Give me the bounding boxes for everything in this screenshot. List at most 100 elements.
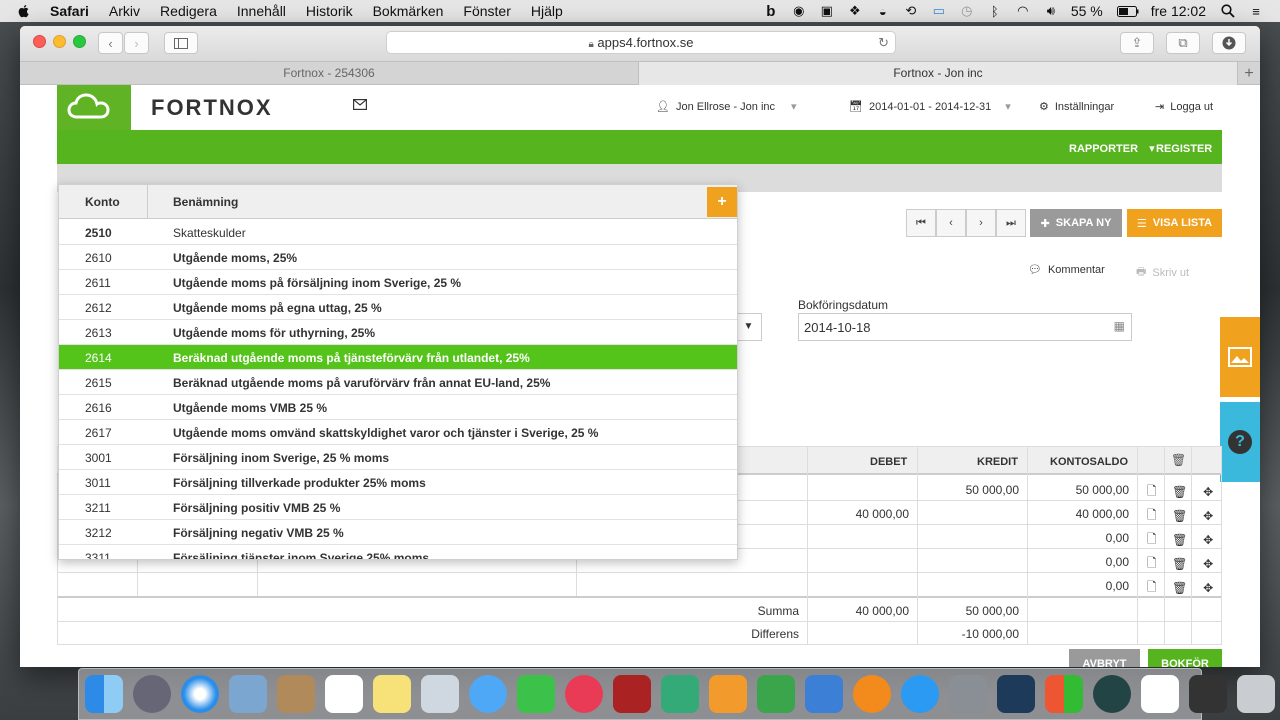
menu-arkiv[interactable]: Arkiv — [109, 3, 140, 19]
dropdown-option[interactable]: 2610 Utgående moms, 25% — [59, 245, 737, 270]
select-chevron-icon[interactable]: ▼ — [736, 313, 762, 341]
document-icon[interactable]: 🗋 — [1147, 530, 1157, 551]
create-new-button[interactable]: ✚ SKAPA NY — [1030, 209, 1122, 237]
logout-link[interactable]: ⇥ Logga ut — [1155, 100, 1213, 114]
forward-button[interactable]: › — [124, 32, 149, 54]
mail-icon[interactable] — [353, 99, 368, 113]
cancel-button[interactable]: AVBRYT — [1069, 649, 1140, 667]
minimize-window-button[interactable] — [53, 35, 66, 48]
record-icon[interactable]: ◉ — [791, 3, 807, 18]
downloads-button[interactable] — [1212, 32, 1246, 54]
close-window-button[interactable] — [33, 35, 46, 48]
dropdown-option[interactable]: 2616 Utgående moms VMB 25 % — [59, 395, 737, 420]
contacts-icon[interactable] — [277, 675, 315, 713]
dropdown-option[interactable]: 2611 Utgående moms på försäljning inom Sv… — [59, 270, 737, 295]
move-icon[interactable]: ✥ — [1203, 533, 1213, 547]
dropdown-option[interactable]: 2613 Utgående moms för uthyrning, 25% — [59, 320, 737, 345]
help-tab[interactable]: ? — [1220, 402, 1260, 482]
mail-app-icon[interactable] — [229, 675, 267, 713]
sync-icon[interactable]: ⟲ — [903, 3, 919, 18]
pages-icon[interactable] — [709, 675, 747, 713]
wifi-icon[interactable]: ◠ — [1015, 3, 1031, 18]
launchpad-icon[interactable] — [133, 675, 171, 713]
trash-icon[interactable]: 🗑︎ — [1172, 509, 1187, 523]
iphoto-icon[interactable] — [661, 675, 699, 713]
dropdown-option[interactable]: 3211 Försäljning positiv VMB 25 % — [59, 495, 737, 520]
bold-b-icon[interactable]: b — [763, 3, 779, 20]
keynote-icon[interactable] — [805, 675, 843, 713]
parallels-icon[interactable] — [1045, 675, 1083, 713]
system-preferences-icon[interactable] — [949, 675, 987, 713]
dropdown-option[interactable]: 2615 Beräknad utgående moms på varuförvär… — [59, 370, 737, 395]
menu-bokmarken[interactable]: Bokmärken — [373, 3, 444, 19]
dropdown-option[interactable]: 3311 Försäljning tjänster inom Sverige 25… — [59, 545, 737, 559]
finder-icon[interactable] — [85, 675, 123, 713]
comment-link[interactable]: 💬︎ Kommentar — [1028, 263, 1105, 277]
spotlight-search-icon[interactable] — [1220, 4, 1236, 18]
move-icon[interactable]: ✥ — [1203, 485, 1213, 499]
row-2-debit[interactable]: 40 000,00 — [809, 507, 909, 521]
dropdown-option[interactable]: 2617 Utgående moms omvänd skattskyldighet… — [59, 420, 737, 445]
quicktime-icon[interactable] — [1093, 675, 1131, 713]
row-1-credit[interactable]: 50 000,00 — [919, 483, 1019, 497]
prev-page-button[interactable]: ‹ — [936, 209, 966, 237]
dropdown-option[interactable]: 3001 Försäljning inom Sverige, 25 % moms — [59, 445, 737, 470]
zoom-window-button[interactable] — [73, 35, 86, 48]
preview-icon[interactable] — [421, 675, 459, 713]
add-account-button[interactable]: + — [707, 187, 737, 217]
menu-fonster[interactable]: Fönster — [463, 3, 510, 19]
battery-percent[interactable]: 55 % — [1071, 3, 1103, 19]
menu-historik[interactable]: Historik — [306, 3, 353, 19]
sidebar-toggle-button[interactable] — [164, 32, 198, 54]
ical-icon[interactable] — [1141, 675, 1179, 713]
move-icon[interactable]: ✥ — [1203, 581, 1213, 595]
volume-icon[interactable]: 🔊︎ — [1043, 3, 1059, 18]
kindle-icon[interactable] — [997, 675, 1035, 713]
dropdown-option[interactable]: 2614 Beräknad utgående moms på tjänsteför… — [59, 345, 737, 370]
first-page-button[interactable]: ⏮︎ — [906, 209, 936, 237]
share-button[interactable]: ⇪ — [1120, 32, 1154, 54]
trash-icon[interactable]: 🗑︎ — [1172, 485, 1187, 499]
dropdown-option[interactable]: 2612 Utgående moms på egna uttag, 25 % — [59, 295, 737, 320]
document-icon[interactable]: 🗋 — [1147, 554, 1157, 575]
menu-innehall[interactable]: Innehåll — [237, 3, 286, 19]
trash-header-icon[interactable]: 🗑︎ — [1171, 453, 1186, 467]
user-menu[interactable]: 👤︎ Jon Ellrose - Jon inc ▾ — [656, 100, 797, 114]
dropdown-option[interactable]: 3011 Försäljning tillverkade produkter 25… — [59, 470, 737, 495]
ibooks-icon[interactable] — [853, 675, 891, 713]
itunes-icon[interactable] — [565, 675, 603, 713]
next-page-button[interactable]: › — [966, 209, 996, 237]
apple-icon[interactable] — [16, 3, 32, 19]
new-tab-button[interactable]: + — [1237, 62, 1260, 85]
numbers-icon[interactable] — [757, 675, 795, 713]
app-store-icon[interactable] — [901, 675, 939, 713]
fortnox-cloud-logo[interactable] — [57, 85, 131, 130]
tabs-overview-button[interactable]: ⧉ — [1166, 32, 1200, 54]
calendar-icon[interactable]: ▦ — [1114, 319, 1125, 333]
image-tab[interactable] — [1220, 317, 1260, 397]
tab-fortnox-jon-inc[interactable]: Fortnox - Jon inc — [639, 62, 1237, 85]
facetime-icon[interactable] — [517, 675, 555, 713]
document-icon[interactable]: 🗋 — [1147, 578, 1157, 599]
nav-registers[interactable]: REGISTER ▾ — [1156, 142, 1229, 155]
safari-icon[interactable] — [181, 675, 219, 713]
tab-fortnox-254306[interactable]: Fortnox - 254306 — [20, 62, 639, 85]
dropdown-option[interactable]: 2510 Skatteskulder — [59, 220, 737, 245]
photo-booth-icon[interactable] — [613, 675, 651, 713]
document-icon[interactable]: 🗋 — [1147, 506, 1157, 527]
menubar-clock[interactable]: fre 12:02 — [1151, 3, 1206, 19]
settings-link[interactable]: ⚙ Inställningar — [1039, 100, 1114, 114]
move-icon[interactable]: ✥ — [1203, 509, 1213, 523]
document-icon[interactable]: 🗋 — [1147, 482, 1157, 503]
airplay-icon[interactable]: ▭ — [931, 3, 947, 18]
screen-icon[interactable] — [1189, 675, 1227, 713]
booking-date-input[interactable]: 2014-10-18 ▦ — [798, 313, 1132, 341]
address-bar[interactable]: 🔒︎ apps4.fortnox.se ↻ — [386, 31, 896, 54]
trash-dock-icon[interactable] — [1237, 675, 1275, 713]
trash-icon[interactable]: 🗑︎ — [1172, 533, 1187, 547]
last-page-button[interactable]: ⏭︎ — [996, 209, 1026, 237]
notification-list-icon[interactable]: ≡ — [1248, 4, 1264, 19]
bluetooth-icon[interactable]: ᛒ — [987, 4, 1003, 19]
calendar-app-icon[interactable] — [325, 675, 363, 713]
battery-icon[interactable] — [1116, 4, 1139, 18]
